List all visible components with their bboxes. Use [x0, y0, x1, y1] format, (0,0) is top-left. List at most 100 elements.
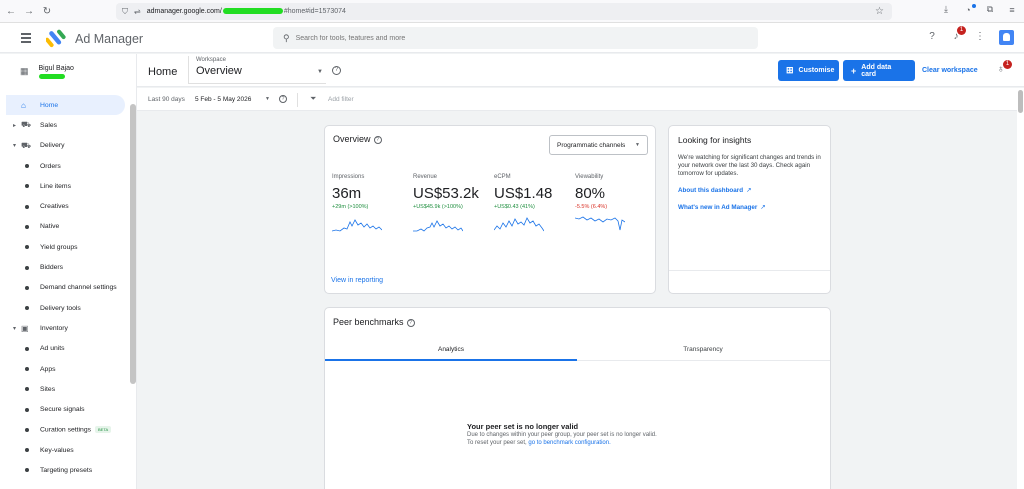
bullet-icon [25, 265, 29, 270]
main-menu-icon[interactable] [21, 33, 31, 45]
whats-new-link[interactable]: What's new in Ad Manager ↗ [678, 204, 766, 211]
forward-icon[interactable]: → [22, 4, 36, 18]
home-icon: ⌂ [21, 100, 26, 110]
browser-toolbar: ← → ↻ ⛉ ⇌ admanager.google.com/#home#id=… [0, 0, 1024, 23]
sidebar-item-targeting-presets[interactable]: Targeting presets [0, 460, 132, 480]
sparkline-impressions [332, 219, 382, 232]
header-actions: ? ♪ 1 ⋮ [926, 26, 986, 42]
global-search[interactable]: ⚲ [273, 27, 758, 49]
insights-title: Looking for insights [678, 135, 752, 145]
extension-icon[interactable]: ◔ [962, 3, 976, 15]
sidebar-item-line-items[interactable]: Line items [0, 176, 132, 196]
add-filter-input[interactable]: Add filter [328, 96, 354, 103]
search-input[interactable] [295, 34, 696, 42]
workspace-label: Workspace [196, 57, 226, 63]
workspace-help-icon[interactable]: ? [332, 66, 341, 75]
address-bar[interactable]: ⛉ ⇌ admanager.google.com/#home#id=157307… [116, 3, 892, 20]
network-selector[interactable]: ▦ Bigul Bajao [20, 63, 74, 79]
clear-workspace-link[interactable]: Clear workspace [922, 67, 978, 74]
sidebar-item-creatives[interactable]: Creatives [0, 196, 132, 216]
bookmark-star-icon[interactable]: ☆ [875, 6, 884, 17]
metric-ecpm[interactable]: eCPM US$1.48 +US$0.43 (41%) [494, 174, 574, 210]
browser-actions: ⤓ ◔ ⧉ ≡ [940, 3, 1018, 15]
sidebar-item-bidders[interactable]: Bidders [0, 257, 132, 277]
ad-manager-logo [46, 29, 66, 48]
insights-card: Looking for insights We're watching for … [668, 125, 831, 294]
sidebar-item-key-values[interactable]: Key-values [0, 440, 132, 460]
site-settings-icon[interactable]: ⇌ [134, 7, 141, 16]
sidebar-item-orders[interactable]: Orders [0, 156, 132, 176]
sidebar-item-delivery-tools[interactable]: Delivery tools [0, 298, 132, 318]
sidebar-item-yield-groups[interactable]: Yield groups [0, 237, 132, 257]
benchmark-configuration-link[interactable]: go to benchmark configuration. [528, 440, 610, 446]
tab-analytics[interactable]: Analytics [325, 338, 577, 361]
sidebar-item-secure-signals[interactable]: Secure signals [0, 399, 132, 419]
sidebar-item-ad-units[interactable]: Ad units [0, 339, 132, 359]
view-in-reporting-link[interactable]: View in reporting [331, 277, 383, 284]
overview-card: Overview? Programmatic channels ▼ Impres… [324, 125, 656, 294]
date-range-value[interactable]: 5 Feb - 5 May 2026 [195, 96, 251, 103]
lightbulb-icon[interactable]: ♁ 1 [997, 60, 1012, 75]
sidebar-scrollbar[interactable] [130, 104, 136, 384]
download-icon[interactable]: ⤓ [940, 4, 952, 15]
chevron-down-icon[interactable]: ▾ [13, 325, 16, 332]
date-range-label[interactable]: Last 90 days [148, 96, 185, 103]
tab-transparency[interactable]: Transparency [577, 338, 829, 361]
filter-icon[interactable]: ⏷ [310, 94, 316, 104]
search-icon: ⚲ [283, 32, 290, 43]
account-avatar[interactable] [999, 30, 1014, 45]
bullet-icon [25, 468, 29, 473]
sidebar-item-sales[interactable]: ▸ ⛟ Sales [0, 115, 132, 135]
sidebar-item-apps[interactable]: Apps [0, 359, 132, 379]
sidebar-item-delivery[interactable]: ▾ ⛟ Delivery [0, 136, 132, 156]
network-id-redaction [38, 74, 65, 79]
date-range-dropdown-icon[interactable]: ▼ [265, 96, 270, 102]
date-help-icon[interactable]: ? [279, 95, 287, 103]
filter-bar: Last 90 days 5 Feb - 5 May 2026 ▼ ? ⏷ Ad… [137, 88, 1017, 111]
sidebar-item-sites[interactable]: Sites [0, 379, 132, 399]
plus-icon: + [851, 65, 857, 76]
peer-tabs: Analytics Transparency [325, 338, 830, 361]
add-data-card-button[interactable]: + Add data card [843, 60, 915, 81]
extensions-puzzle-icon[interactable]: ⧉ [984, 4, 996, 15]
customise-button[interactable]: ⊞ Customise [778, 60, 839, 81]
sidebar-item-curation-settings[interactable]: Curation settings BETA [0, 420, 132, 440]
bullet-icon [25, 306, 29, 311]
metric-viewability[interactable]: Viewability 80% -5.5% (6.4%) [575, 174, 655, 210]
breadcrumb-home[interactable]: Home [148, 66, 177, 78]
empty-state-line1: Due to changes within your peer group, y… [467, 432, 657, 438]
sidebar-item-native[interactable]: Native [0, 217, 132, 237]
help-icon[interactable]: ? [926, 31, 938, 42]
bullet-icon [25, 427, 29, 432]
bullet-icon [25, 448, 29, 453]
sparkline-viewability [575, 216, 625, 231]
workspace-select[interactable]: Workspace Overview ▼ [188, 56, 326, 84]
reload-icon[interactable]: ↻ [40, 4, 54, 18]
metric-impressions[interactable]: Impressions 36m +29m (>100%) [332, 174, 412, 210]
url-redaction [222, 8, 283, 15]
sidebar-item-demand-channel-settings[interactable]: Demand channel settings [0, 278, 132, 298]
divider [669, 270, 830, 271]
sidebar-item-inventory[interactable]: ▾ ▣ Inventory [0, 318, 132, 338]
overview-help-icon[interactable]: ? [373, 136, 382, 144]
about-dashboard-link[interactable]: About this dashboard ↗ [678, 187, 751, 194]
empty-state-title: Your peer set is no longer valid [467, 422, 579, 431]
channel-select[interactable]: Programmatic channels ▼ [549, 135, 648, 155]
chevron-down-icon[interactable]: ▾ [13, 142, 16, 149]
chevron-right-icon[interactable]: ▸ [13, 122, 16, 129]
workspace-toolbar: Home Workspace Overview ▼ ? ⊞ Customise … [137, 54, 1024, 87]
peer-benchmarks-card: Peer benchmarks? Analytics Transparency … [324, 307, 831, 489]
bullet-icon [25, 367, 29, 371]
more-vert-icon[interactable]: ⋮ [974, 31, 986, 42]
app-header: Ad Manager ⚲ ? ♪1 ⋮ [0, 23, 1024, 53]
metric-revenue[interactable]: Revenue US$53.2k +US$45.9k (>100%) [413, 174, 493, 210]
bullet-icon [25, 224, 29, 229]
sidebar-item-home[interactable]: ⌂ Home [6, 95, 125, 116]
bullet-icon [25, 285, 29, 290]
peer-help-icon[interactable]: ? [406, 319, 415, 327]
back-icon[interactable]: ← [4, 4, 18, 18]
main-scrollbar[interactable] [1017, 88, 1024, 489]
browser-menu-icon[interactable]: ≡ [1006, 5, 1018, 15]
bullet-icon [25, 204, 29, 209]
notifications-bell-icon[interactable]: ♪ 1 [950, 26, 966, 42]
